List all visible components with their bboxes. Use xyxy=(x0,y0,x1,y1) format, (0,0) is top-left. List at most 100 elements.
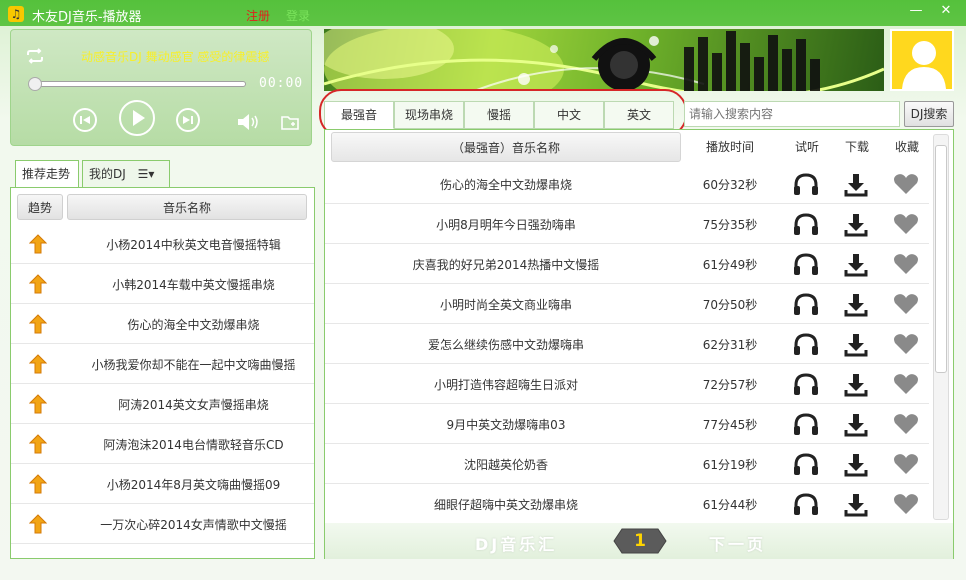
dj-search-button[interactable]: DJ搜索 xyxy=(904,101,954,127)
list-item[interactable]: 伤心的海全中文劲爆串烧 xyxy=(11,304,314,344)
song-title: 细眼仔超嗨中英文劲爆串烧 xyxy=(433,498,578,512)
next-button[interactable] xyxy=(176,108,200,132)
trend-arrow-icon xyxy=(29,354,47,374)
download-button[interactable] xyxy=(844,493,868,520)
heart-icon xyxy=(894,174,918,194)
pagination-bar: DJ音乐汇 1 下一页 xyxy=(325,523,953,559)
table-row[interactable]: 小明时尚全英文商业嗨串 70分50秒 xyxy=(325,284,929,324)
heart-icon xyxy=(894,494,918,514)
name-column-header: 音乐名称 xyxy=(67,194,307,220)
avatar[interactable] xyxy=(890,29,954,91)
heart-icon xyxy=(894,214,918,234)
dj-hall-link[interactable]: DJ音乐汇 xyxy=(475,531,557,555)
next-page-button[interactable]: 下一页 xyxy=(709,531,766,555)
favorite-button[interactable] xyxy=(893,293,919,318)
table-row[interactable]: 庆喜我的好兄弟2014热播中文慢摇 61分49秒 xyxy=(325,244,929,284)
list-item[interactable]: 小杨2014年8月英文嗨曲慢摇09 xyxy=(11,464,314,504)
favorite-button[interactable] xyxy=(893,173,919,198)
minimize-button[interactable]: — xyxy=(904,3,928,19)
listen-button[interactable] xyxy=(793,413,819,438)
download-icon xyxy=(844,494,868,517)
download-button[interactable] xyxy=(844,333,868,360)
play-time-column-header: 播放时间 xyxy=(705,140,754,154)
tab-my-dj[interactable]: 我的DJ ☰▾ xyxy=(82,160,170,188)
scrollbar-thumb[interactable] xyxy=(935,145,947,373)
login-link[interactable]: 登录 xyxy=(286,7,310,24)
favorite-button[interactable] xyxy=(893,333,919,358)
search-input[interactable] xyxy=(684,101,900,127)
download-button[interactable] xyxy=(844,213,868,240)
listen-button[interactable] xyxy=(793,173,819,198)
listen-button[interactable] xyxy=(793,333,819,358)
song-title: 小明8月明年今日强劲嗨串 xyxy=(436,218,576,232)
song-title: 小杨2014中秋英文电音慢摇特辑 xyxy=(106,238,281,252)
previous-icon xyxy=(80,116,90,124)
listen-button[interactable] xyxy=(793,253,819,278)
favorite-button[interactable] xyxy=(893,453,919,478)
song-title: 小杨我爱你却不能在一起中文嗨曲慢摇 xyxy=(91,358,296,372)
favorite-button[interactable] xyxy=(893,413,919,438)
favorite-column-header: 收藏 xyxy=(894,140,919,154)
song-title: 一万次心碎2014女声情歌中文慢摇 xyxy=(100,518,287,532)
close-button[interactable]: ✕ xyxy=(934,3,958,19)
listen-button[interactable] xyxy=(793,213,819,238)
progress-knob[interactable] xyxy=(28,77,42,91)
list-item[interactable]: 一万次心碎2014女声情歌中文慢摇 xyxy=(11,504,314,544)
list-item[interactable]: 小杨我爱你却不能在一起中文嗨曲慢摇 xyxy=(11,344,314,384)
folder-icon[interactable] xyxy=(281,114,299,130)
table-row[interactable]: 沈阳越英伦奶香 61分19秒 xyxy=(325,444,929,484)
list-item[interactable]: 小杨2014中秋英文电音慢摇特辑 xyxy=(11,224,314,264)
play-icon xyxy=(133,110,145,126)
table-row[interactable]: 小明8月明年今日强劲嗨串 75分35秒 xyxy=(325,204,929,244)
player-panel: 动感音乐DJ 舞动感官 感受的律震撼 00:00 xyxy=(10,29,312,146)
table-row[interactable]: 伤心的海全中文劲爆串烧 60分32秒 xyxy=(325,164,929,204)
table-row[interactable]: 小明打造伟容超嗨生日派对 72分57秒 xyxy=(325,364,929,404)
listen-button[interactable] xyxy=(793,493,819,518)
table-row[interactable]: 细眼仔超嗨中英文劲爆串烧 61分44秒 xyxy=(325,484,929,524)
list-item[interactable]: 阿涛泡沫2014电台情歌轻音乐CD xyxy=(11,424,314,464)
favorite-button[interactable] xyxy=(893,253,919,278)
listen-button[interactable] xyxy=(793,293,819,318)
download-column-header: 下载 xyxy=(844,140,869,154)
download-button[interactable] xyxy=(844,453,868,480)
play-time: 60分32秒 xyxy=(702,178,758,192)
download-icon xyxy=(844,454,868,477)
heart-icon xyxy=(894,254,918,274)
table-row[interactable]: 9月中英文劲爆嗨串03 77分45秒 xyxy=(325,404,929,444)
now-playing-marquee: 动感音乐DJ 舞动感官 感受的律震撼 xyxy=(81,50,270,64)
headphones-icon xyxy=(794,373,818,395)
next-icon xyxy=(183,116,193,124)
download-button[interactable] xyxy=(844,413,868,440)
listen-button[interactable] xyxy=(793,373,819,398)
list-item[interactable]: 阿涛2014英文女声慢摇串烧 xyxy=(11,384,314,424)
register-link[interactable]: 注册 xyxy=(246,7,270,24)
list-item[interactable]: 小韩2014车载中英文慢摇串烧 xyxy=(11,264,314,304)
heart-icon xyxy=(894,414,918,434)
download-icon xyxy=(844,254,868,277)
download-button[interactable] xyxy=(844,373,868,400)
play-button[interactable] xyxy=(119,100,155,136)
download-icon xyxy=(844,334,868,357)
page-indicator: 1 xyxy=(612,527,668,555)
loop-icon[interactable] xyxy=(25,48,45,64)
trend-arrow-icon xyxy=(29,394,47,414)
download-icon xyxy=(844,174,868,197)
tab-recommend[interactable]: 推荐走势 xyxy=(15,160,79,188)
trend-arrow-icon xyxy=(29,314,47,334)
volume-icon[interactable] xyxy=(236,113,262,131)
favorite-button[interactable] xyxy=(893,213,919,238)
progress-bar[interactable] xyxy=(28,77,246,91)
trend-column-header: 趋势 xyxy=(17,194,63,220)
scrollbar[interactable] xyxy=(933,134,949,520)
play-time: 62分31秒 xyxy=(702,338,758,352)
table-row[interactable]: 爱怎么继续伤感中文劲爆嗨串 62分31秒 xyxy=(325,324,929,364)
download-button[interactable] xyxy=(844,293,868,320)
previous-button[interactable] xyxy=(73,108,97,132)
favorite-button[interactable] xyxy=(893,373,919,398)
favorite-button[interactable] xyxy=(893,493,919,518)
song-title: 小杨2014年8月英文嗨曲慢摇09 xyxy=(106,478,281,492)
song-title: 小韩2014车载中英文慢摇串烧 xyxy=(112,278,275,292)
listen-button[interactable] xyxy=(793,453,819,478)
download-button[interactable] xyxy=(844,173,868,200)
download-button[interactable] xyxy=(844,253,868,280)
